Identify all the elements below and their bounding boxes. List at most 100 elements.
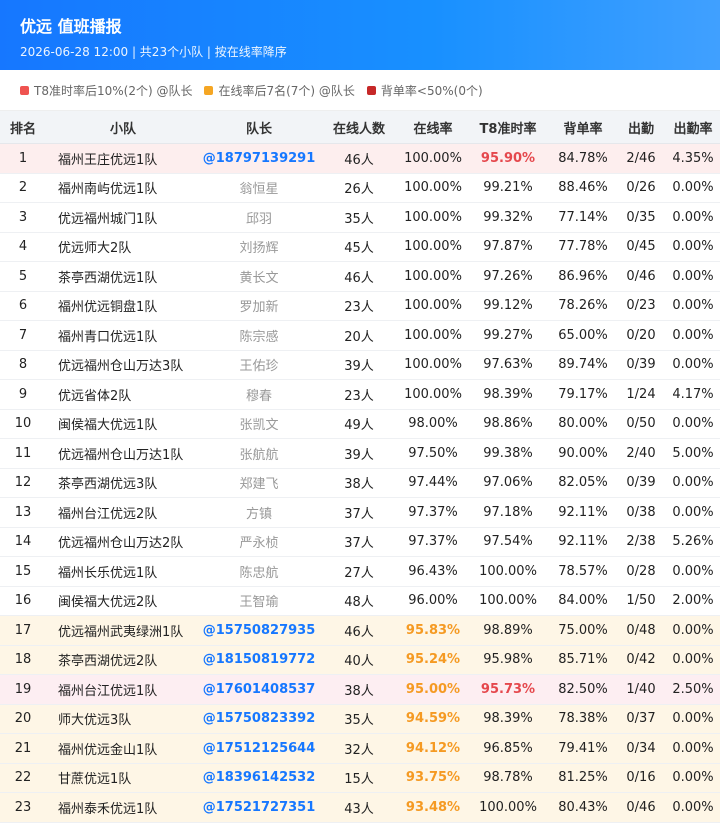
leader-mention-link[interactable]: @15750827935 [200, 615, 318, 646]
attendance-rate-cell: 2.00% [666, 586, 720, 616]
rank-cell: 21 [0, 733, 46, 764]
leader-mention-link[interactable]: @17512125644 [200, 733, 318, 764]
t8-rate-cell: 96.85% [466, 733, 550, 764]
legend-item-online: 在线率后7名(7个) @队长 [204, 82, 355, 99]
leader-cell: 王佑珍 [200, 350, 318, 380]
online-count-cell: 35人 [318, 202, 400, 233]
attendance-rate-cell: 0.00% [666, 792, 720, 823]
attendance-rate-cell: 0.00% [666, 497, 720, 528]
online-rate-cell: 97.37% [400, 497, 466, 528]
rank-cell: 4 [0, 232, 46, 262]
header-back-rate: 背单率 [550, 111, 616, 144]
team-cell: 优远福州仓山万达1队 [46, 438, 200, 469]
back-rate-cell: 90.00% [550, 438, 616, 469]
attendance-cell: 2/46 [616, 143, 666, 174]
attendance-rate-cell: 2.50% [666, 674, 720, 705]
table-row: 7 福州青口优远1队 陈宗感 20人 100.00% 99.27% 65.00% 0/20 0.… [0, 320, 720, 351]
rank-cell: 5 [0, 261, 46, 292]
online-rate-cell: 94.59% [400, 704, 466, 734]
rank-cell: 3 [0, 202, 46, 233]
t8-rate-cell: 95.98% [466, 645, 550, 675]
online-rate-cell: 100.00% [400, 291, 466, 321]
leader-mention-link[interactable]: @18396142532 [200, 763, 318, 793]
table-row: 17 优远福州武夷绿洲1队 @15750827935 46人 95.83% 98.89% 7… [0, 615, 720, 646]
rank-cell: 20 [0, 704, 46, 734]
table-row: 16 闽侯福大优远2队 王智瑜 48人 96.00% 100.00% 84.00% 1/50 2… [0, 586, 720, 616]
leader-mention-link[interactable]: @15750823392 [200, 704, 318, 734]
online-count-cell: 37人 [318, 497, 400, 528]
attendance-rate-cell: 0.00% [666, 320, 720, 351]
team-cell: 福州王庄优远1队 [46, 143, 200, 174]
attendance-rate-cell: 5.00% [666, 438, 720, 469]
table-row: 6 福州优远铜盘1队 罗加新 23人 100.00% 99.12% 78.26% 0/23 0.… [0, 291, 720, 321]
team-cell: 福州台江优远1队 [46, 674, 200, 705]
table-row: 11 优远福州仓山万达1队 张航航 39人 97.50% 99.38% 90.00% 2/40… [0, 438, 720, 469]
attendance-cell: 1/40 [616, 674, 666, 705]
back-rate-cell: 77.78% [550, 232, 616, 262]
back-rate-cell: 80.43% [550, 792, 616, 823]
back-rate-cell: 92.11% [550, 527, 616, 557]
team-cell: 优远师大2队 [46, 232, 200, 262]
orange-square-icon [204, 85, 214, 95]
online-rate-cell: 97.44% [400, 468, 466, 498]
red-square-icon [20, 85, 29, 95]
online-rate-cell: 100.00% [400, 379, 466, 410]
rank-cell: 11 [0, 438, 46, 469]
attendance-cell: 0/20 [616, 320, 666, 351]
team-cell: 茶亭西湖优远1队 [46, 261, 200, 292]
table-row: 10 闽侯福大优远1队 张凯文 49人 98.00% 98.86% 80.00% 0/50 0.… [0, 409, 720, 439]
legend-label: 背单率<50%(0个) [380, 83, 483, 98]
attendance-cell: 0/45 [616, 232, 666, 262]
team-cell: 福州泰禾优远1队 [46, 792, 200, 823]
attendance-rate-cell: 0.00% [666, 173, 720, 203]
attendance-cell: 0/38 [616, 497, 666, 528]
table-row: 22 甘蔗优远1队 @18396142532 15人 93.75% 98.78% 81.25… [0, 763, 720, 793]
rank-cell: 9 [0, 379, 46, 410]
leader-cell: 陈忠航 [200, 556, 318, 587]
leader-mention-link[interactable]: @17521727351 [200, 792, 318, 823]
leader-mention-link[interactable]: @18797139291 [200, 143, 318, 174]
rank-cell: 10 [0, 409, 46, 439]
table-row: 9 优远省体2队 穆春 23人 100.00% 98.39% 79.17% 1/24 4.17% [0, 379, 720, 410]
online-rate-cell: 95.24% [400, 645, 466, 675]
attendance-cell: 0/48 [616, 615, 666, 646]
report-header: 优远 值班播报 2026-06-28 12:00 | 共23个小队 | 按在线率… [0, 0, 720, 70]
attendance-rate-cell: 0.00% [666, 202, 720, 233]
online-rate-cell: 95.00% [400, 674, 466, 705]
table-row: 15 福州长乐优远1队 陈忠航 27人 96.43% 100.00% 78.57% 0/28 0… [0, 556, 720, 587]
team-cell: 优远福州仓山万达3队 [46, 350, 200, 380]
rank-cell: 6 [0, 291, 46, 321]
attendance-cell: 0/50 [616, 409, 666, 439]
rank-cell: 19 [0, 674, 46, 705]
back-rate-cell: 84.00% [550, 586, 616, 616]
attendance-cell: 0/46 [616, 261, 666, 292]
leader-mention-link[interactable]: @18150819772 [200, 645, 318, 675]
rank-cell: 7 [0, 320, 46, 351]
t8-rate-cell: 97.18% [466, 497, 550, 528]
online-count-cell: 37人 [318, 527, 400, 557]
back-rate-cell: 82.50% [550, 674, 616, 705]
online-rate-cell: 100.00% [400, 202, 466, 233]
attendance-cell: 2/38 [616, 527, 666, 557]
leader-mention-link[interactable]: @17601408537 [200, 674, 318, 705]
leader-cell: 翁恒星 [200, 173, 318, 203]
t8-rate-cell: 97.63% [466, 350, 550, 380]
attendance-rate-cell: 4.17% [666, 379, 720, 410]
header-team: 小队 [46, 111, 200, 144]
table-header-row: 排名 小队 队长 在线人数 在线率 T8准时率 背单率 出勤 出勤率 [0, 111, 720, 144]
online-count-cell: 48人 [318, 586, 400, 616]
t8-rate-cell: 98.86% [466, 409, 550, 439]
t8-rate-cell: 98.39% [466, 704, 550, 734]
team-cell: 闽侯福大优远1队 [46, 409, 200, 439]
t8-rate-cell: 99.27% [466, 320, 550, 351]
online-count-cell: 35人 [318, 704, 400, 734]
t8-rate-cell: 98.89% [466, 615, 550, 646]
attendance-rate-cell: 0.00% [666, 409, 720, 439]
online-count-cell: 27人 [318, 556, 400, 587]
table-row: 19 福州台江优远1队 @17601408537 38人 95.00% 95.73% 82.… [0, 674, 720, 705]
rank-cell: 14 [0, 527, 46, 557]
leader-cell: 穆春 [200, 379, 318, 410]
online-count-cell: 20人 [318, 320, 400, 351]
header-t8-rate: T8准时率 [466, 111, 550, 144]
table-row: 14 优远福州仓山万达2队 严永桢 37人 97.37% 97.54% 92.11% 2/38… [0, 527, 720, 557]
